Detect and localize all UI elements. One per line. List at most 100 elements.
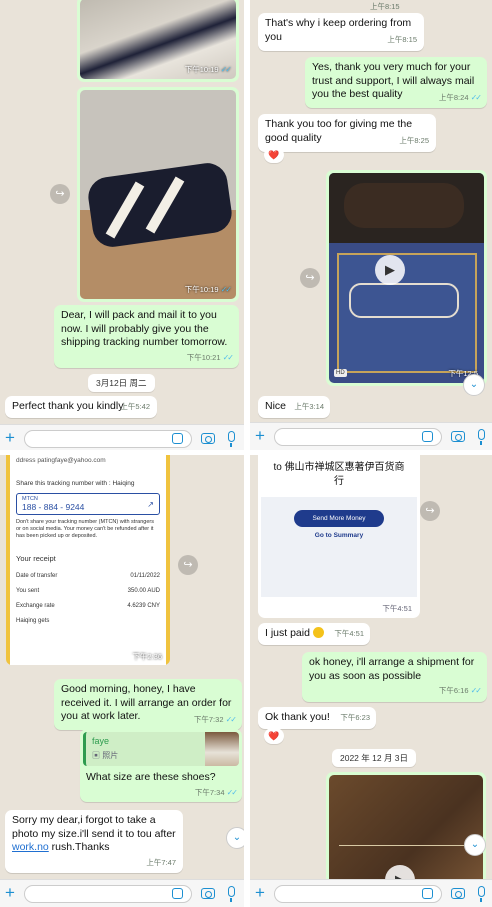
message-input[interactable] — [274, 428, 442, 446]
message-text: rush.Thanks — [48, 841, 110, 853]
go-to-summary-link[interactable]: Go to Summary — [261, 532, 417, 539]
sticker-icon[interactable] — [172, 433, 183, 444]
sandal-photo-1[interactable]: 下午10:19 ✓✓ — [77, 0, 239, 82]
message-incoming[interactable]: Thank you too for giving me the good qua… — [258, 114, 436, 152]
input-bar: + — [0, 879, 244, 907]
sticker-icon[interactable] — [172, 888, 183, 899]
receipt-row-value: 350.00 AUD — [127, 588, 160, 594]
plus-icon[interactable]: + — [255, 426, 265, 446]
send-more-money-button[interactable]: Send More Money — [294, 510, 384, 527]
receipt-row-value: 01/11/2022 — [130, 573, 160, 579]
mtcn-box[interactable]: MTCN 188 - 884 - 9244 ↗ — [16, 493, 160, 515]
date-separator: 2022 年 12 月 3日 — [332, 749, 417, 767]
message-time: 下午7:34 — [194, 787, 225, 797]
message-outgoing[interactable]: Yes, thank you very much for your trust … — [305, 57, 487, 108]
receipt-row-label: You sent — [16, 588, 40, 594]
quote-type: 照片 — [102, 750, 119, 760]
share-icon[interactable]: ↪ — [178, 555, 198, 575]
message-link[interactable]: work.no — [12, 841, 49, 853]
message-incoming[interactable]: Perfect thank you kindly 上午5:42 — [5, 396, 157, 418]
message-time: 下午6:23 — [340, 713, 370, 722]
message-incoming[interactable]: Sorry my dear,i forgot to take a photo m… — [5, 810, 183, 873]
camera-icon[interactable] — [201, 433, 215, 444]
quoted-message[interactable]: faye ▣ 照片 — [83, 732, 239, 766]
plus-icon[interactable]: + — [255, 883, 265, 903]
receipt-row: Date of transfer 01/11/2022 — [16, 573, 160, 579]
sticker-icon[interactable] — [422, 888, 433, 899]
photo-time: 下午2:36 — [132, 652, 162, 661]
mic-icon[interactable] — [478, 886, 485, 902]
share-icon[interactable]: ↗ — [147, 500, 154, 509]
camera-icon[interactable] — [451, 888, 465, 899]
receipt-header: ddress patingfaye@yahoo.com — [16, 457, 106, 464]
receipt-rows: Date of transfer 01/11/2022 You sent 350.00… — [16, 573, 160, 624]
message-outgoing[interactable]: Good morning, honey, I have received it.… — [54, 679, 242, 730]
receipt-row-label: Date of transfer — [16, 573, 58, 579]
chat-panel-1: 下午10:19 ✓✓ 下午10:19 ✓✓ ↪ Dear, I will pac… — [0, 0, 244, 450]
play-icon[interactable]: ▶ — [375, 255, 405, 285]
message-text: Ok thank you! — [265, 711, 330, 723]
mic-icon[interactable] — [228, 886, 235, 902]
share-icon[interactable]: ↪ — [300, 268, 320, 288]
message-time: 下午6:16 — [438, 686, 469, 695]
smile-emoji — [312, 627, 324, 638]
receipt-row-label: Haiqing gets — [16, 618, 50, 624]
message-time: 下午7:32 — [193, 714, 224, 724]
glasses-video[interactable]: ▶ HD 下午12:5 — [326, 170, 487, 386]
warning-text: Don't share your tracking number (MTCN) … — [16, 519, 154, 539]
sandal-photo-2[interactable]: 下午10:19 ✓✓ — [77, 87, 239, 302]
photo-icon: ▣ — [92, 750, 100, 760]
camera-icon[interactable] — [451, 431, 465, 442]
message-input[interactable] — [24, 885, 192, 903]
mic-icon[interactable] — [478, 429, 485, 445]
receipt-row: You sent 350.00 AUD — [16, 588, 160, 594]
receipt-title: Your receipt — [16, 554, 56, 563]
share-icon[interactable]: ↪ — [50, 184, 70, 204]
message-input[interactable] — [274, 885, 442, 903]
message-time: 下午4:51 — [334, 629, 364, 638]
message-text: Dear, I will pack and mail it to you now… — [61, 309, 228, 348]
date-separator: 3月12日 周二 — [88, 374, 155, 392]
message-incoming[interactable]: Ok thank you! 下午6:23 — [258, 707, 376, 729]
message-incoming[interactable]: I just paid 下午4:51 — [258, 623, 370, 645]
camera-icon[interactable] — [201, 888, 215, 899]
mic-icon[interactable] — [228, 431, 235, 447]
message-outgoing[interactable]: ok honey, i'll arrange a shipment for yo… — [302, 652, 487, 702]
chevron-down-icon[interactable]: ⌄ — [226, 827, 244, 849]
chat-panel-2: 上午8:15 That's why i keep ordering from y… — [250, 0, 492, 450]
receipt-row-label: Exchange rate — [16, 603, 55, 609]
message-outgoing[interactable]: Dear, I will pack and mail it to you now… — [54, 305, 239, 368]
message-incoming[interactable]: Nice 上午3:14 — [258, 396, 330, 418]
payment-screenshot[interactable]: to 佛山市禅城区惠著伊百货商行 Send More Money Go to S… — [258, 455, 420, 618]
message-text: I just paid — [265, 627, 310, 639]
message-incoming[interactable]: That's why i keep ordering from you 上午8:… — [258, 13, 424, 51]
message-time: 上午7:47 — [146, 857, 176, 867]
message-time: 下午10:21 — [186, 352, 221, 362]
bag-video[interactable]: ▶ — [326, 772, 486, 892]
chevron-down-icon[interactable]: ⌄ — [464, 834, 486, 856]
receipt-screenshot[interactable]: ddress patingfaye@yahoo.com Share this t… — [6, 455, 170, 665]
message-text: Perfect thank you kindly — [12, 400, 124, 412]
message-text: ok honey, i'll arrange a shipment for yo… — [309, 656, 475, 682]
mtcn-value: 188 - 884 - 9244 — [22, 502, 85, 512]
photo-time: 下午4:51 — [382, 604, 412, 613]
photo-time: 下午10:19 — [184, 285, 219, 294]
plus-icon[interactable]: + — [5, 428, 15, 448]
sticker-icon[interactable] — [422, 431, 433, 442]
plus-icon[interactable]: + — [5, 883, 15, 903]
message-text: Sorry my dear,i forgot to take a photo m… — [12, 814, 176, 840]
input-bar: + — [250, 422, 492, 450]
chat-panel-3: ddress patingfaye@yahoo.com Share this t… — [0, 455, 244, 907]
receipt-row: Haiqing gets — [16, 618, 160, 624]
message-outgoing-reply[interactable]: faye ▣ 照片 What size are these shoes? 下午7… — [80, 729, 242, 802]
message-input[interactable] — [24, 430, 192, 448]
chevron-down-icon[interactable]: ⌄ — [463, 374, 485, 396]
hd-badge: HD — [334, 369, 347, 377]
chat-panel-4: to 佛山市禅城区惠著伊百货商行 Send More Money Go to S… — [250, 455, 492, 907]
message-time: 上午8:24 — [438, 92, 469, 102]
message-text: What size are these shoes? — [86, 771, 216, 783]
message-time: 上午5:42 — [120, 402, 150, 411]
message-time: 上午8:15 — [370, 2, 400, 11]
reaction-heart: ❤️ — [264, 147, 284, 163]
share-icon[interactable]: ↪ — [420, 501, 440, 521]
